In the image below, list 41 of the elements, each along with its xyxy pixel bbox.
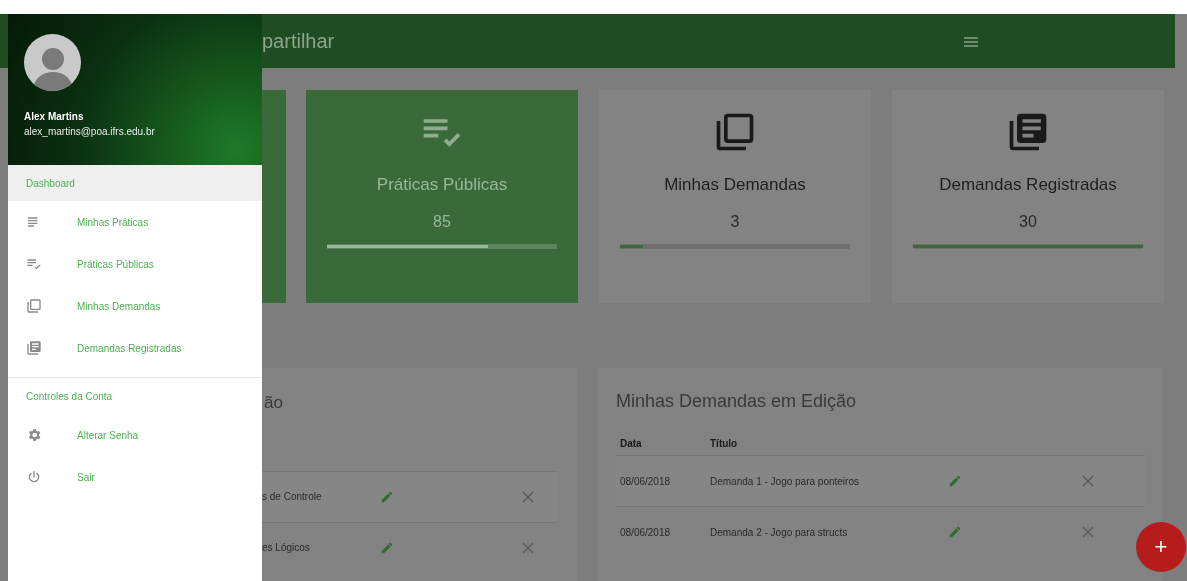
- pencil-icon[interactable]: [948, 525, 962, 539]
- menu-item[interactable]: Minhas Demandas: [77, 298, 161, 314]
- close-icon[interactable]: [1082, 475, 1094, 487]
- card-title: Demandas Registradas: [939, 174, 1117, 196]
- list-check-icon: [26, 256, 42, 272]
- menu-item[interactable]: Demandas Registradas: [77, 340, 182, 356]
- section-header: Controles da Conta: [26, 389, 113, 404]
- close-icon[interactable]: [522, 541, 534, 554]
- card-title: Minhas Demandas: [664, 174, 806, 196]
- close-icon[interactable]: [522, 490, 534, 503]
- table-cell-text: Demanda 2 - Jogo para structs: [710, 525, 849, 540]
- menu-item[interactable]: Sair: [77, 469, 95, 485]
- panel-title: Minhas Demandas em Edição: [616, 390, 857, 413]
- card-value: 3: [730, 211, 740, 232]
- menu-item[interactable]: Práticas Públicas: [77, 256, 154, 272]
- table-cell-text: 08/06/2018: [619, 525, 672, 540]
- column-header: Título: [710, 436, 738, 451]
- pencil-icon[interactable]: [380, 540, 394, 555]
- card-value: 30: [1019, 211, 1037, 232]
- close-icon[interactable]: [1082, 526, 1094, 538]
- menu-item[interactable]: Minhas Práticas: [77, 214, 149, 230]
- card-value: 85: [433, 211, 451, 232]
- stacked-squares-icon: [26, 298, 42, 314]
- table-cell-text: es Lógicos: [262, 541, 311, 555]
- settings-icon: [26, 427, 42, 443]
- table-cell-text: s de Controle: [262, 490, 323, 504]
- table-cell-text: Demanda 1 - Jogo para ponteiros: [710, 474, 860, 489]
- power-icon: [26, 469, 42, 485]
- menu-icon[interactable]: [964, 37, 978, 47]
- user-name: Alex Martins: [24, 111, 84, 124]
- pencil-icon[interactable]: [380, 489, 394, 504]
- table-cell-text: 08/06/2018: [619, 474, 672, 489]
- pencil-icon[interactable]: [948, 474, 962, 488]
- menu-item[interactable]: Alterar Senha: [77, 427, 139, 443]
- panel-title: ão: [264, 392, 283, 414]
- menu-item[interactable]: Dashboard: [8, 165, 262, 201]
- card-title: Práticas Públicas: [376, 174, 508, 196]
- stacked-documents-icon: [26, 340, 42, 356]
- column-header: Data: [619, 436, 643, 451]
- user-email: alex_martins@poa.ifrs.edu.br: [24, 125, 155, 138]
- app-title: partilhar: [262, 29, 335, 54]
